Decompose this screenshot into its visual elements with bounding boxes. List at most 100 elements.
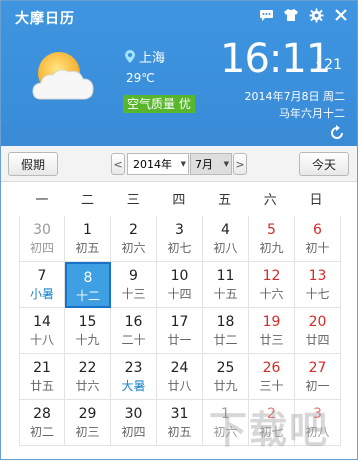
day-number: 24 xyxy=(170,360,189,376)
calendar-toolbar: 假期 < 2014年 ▼ 7月 ▼ > 今天 xyxy=(1,146,357,182)
location[interactable]: 上海 xyxy=(125,47,165,66)
day-number: 16 xyxy=(124,314,143,330)
day-cell[interactable]: 26 三十 xyxy=(249,354,295,400)
day-number: 8 xyxy=(83,270,93,286)
skin-shirt-icon[interactable] xyxy=(283,7,299,23)
day-cell[interactable]: 23 大暑 xyxy=(111,354,157,400)
day-number: 25 xyxy=(216,360,235,376)
close-icon[interactable] xyxy=(333,7,349,23)
day-cell[interactable]: 2 初六 xyxy=(111,216,157,262)
day-cell[interactable]: 28 初二 xyxy=(19,400,65,446)
day-cell[interactable]: 14 十八 xyxy=(19,308,65,354)
solar-term-label: 大暑 xyxy=(121,379,146,393)
day-cell[interactable]: 30 初四 xyxy=(19,216,65,262)
partly-cloudy-icon xyxy=(32,52,94,100)
holiday-button[interactable]: 假期 xyxy=(8,152,58,176)
day-cell[interactable]: 11 十五 xyxy=(203,262,249,308)
weekday-label: 日 xyxy=(309,193,323,208)
lunar-day-label: 廿八 xyxy=(167,379,192,393)
lunar-day-label: 初八 xyxy=(213,241,238,255)
day-cell-today[interactable]: 8 十二 xyxy=(65,262,111,308)
day-number: 9 xyxy=(129,268,138,284)
day-cell[interactable]: 22 廿六 xyxy=(65,354,111,400)
day-number: 22 xyxy=(78,360,97,376)
day-cell[interactable]: 19 廿三 xyxy=(249,308,295,354)
month-select[interactable]: 7月 ▼ xyxy=(190,153,232,175)
lunar-day-label: 廿一 xyxy=(167,333,192,347)
day-number: 4 xyxy=(221,222,230,238)
day-cell[interactable]: 3 初七 xyxy=(157,216,203,262)
day-cell[interactable]: 30 初四 xyxy=(111,400,157,446)
calendar-window: 大摩日历 上海 29℃ 空气质量 优 16:11: 21 2014年7月8日 … xyxy=(0,0,358,460)
day-number: 2 xyxy=(129,222,138,238)
day-number: 6 xyxy=(313,222,322,238)
day-cell[interactable]: 5 初九 xyxy=(249,216,295,262)
lunar-day-label: 十七 xyxy=(305,287,330,301)
day-cell[interactable]: 27 初一 xyxy=(295,354,341,400)
lunar-day-label: 初六 xyxy=(121,241,146,255)
day-cell[interactable]: 20 廿四 xyxy=(295,308,341,354)
day-cell[interactable]: 7 小暑 xyxy=(19,262,65,308)
year-select[interactable]: 2014年 ▼ xyxy=(127,153,189,175)
day-cell[interactable]: 10 十四 xyxy=(157,262,203,308)
day-cell[interactable]: 24 廿八 xyxy=(157,354,203,400)
day-cell[interactable]: 9 十三 xyxy=(111,262,157,308)
day-number: 5 xyxy=(267,222,276,238)
today-button[interactable]: 今天 xyxy=(299,152,349,176)
chat-icon[interactable] xyxy=(258,7,274,23)
day-number: 3 xyxy=(175,222,184,238)
lunar-day-label: 廿九 xyxy=(213,379,238,393)
day-cell[interactable]: 25 廿九 xyxy=(203,354,249,400)
day-number: 17 xyxy=(170,314,189,330)
header-panel: 大摩日历 上海 29℃ 空气质量 优 16:11: 21 2014年7月8日 … xyxy=(1,1,357,146)
day-number: 12 xyxy=(262,268,281,284)
lunar-day-label: 初十 xyxy=(305,241,330,255)
day-cell[interactable]: 29 初三 xyxy=(65,400,111,446)
month-value: 7月 xyxy=(195,158,213,171)
lunar-day-label: 初四 xyxy=(121,425,146,439)
day-number: 21 xyxy=(33,360,51,376)
refresh-icon[interactable] xyxy=(329,125,345,141)
lunar-day-label: 初二 xyxy=(29,425,54,439)
day-cell[interactable]: 13 十七 xyxy=(295,262,341,308)
chevron-down-icon: ▼ xyxy=(180,160,186,168)
gear-icon[interactable] xyxy=(308,7,324,23)
app-title: 大摩日历 xyxy=(15,11,75,27)
day-cell[interactable]: 1 初五 xyxy=(65,216,111,262)
prev-month-button[interactable]: < xyxy=(111,153,125,175)
day-cell[interactable]: 6 初十 xyxy=(295,216,341,262)
lunar-day-label: 十六 xyxy=(259,287,284,301)
day-number: 11 xyxy=(216,268,235,284)
lunar-day-label: 廿二 xyxy=(213,333,238,347)
lunar-day-label: 初九 xyxy=(259,241,284,255)
weekday-label: 二 xyxy=(81,193,95,208)
day-number: 1 xyxy=(83,222,92,238)
next-month-button[interactable]: > xyxy=(233,153,247,175)
weekday-label: 六 xyxy=(263,193,277,208)
lunar-day-label: 十九 xyxy=(75,333,100,347)
lunar-day-label: 十四 xyxy=(167,287,192,301)
lunar-day-label: 二十 xyxy=(121,333,146,347)
day-number: 30 xyxy=(33,222,51,238)
day-cell[interactable]: 21 廿五 xyxy=(19,354,65,400)
solar-term-label: 小暑 xyxy=(29,287,54,301)
day-cell[interactable]: 12 十六 xyxy=(249,262,295,308)
weekday-label: 四 xyxy=(172,193,186,208)
day-cell[interactable]: 31 初五 xyxy=(157,400,203,446)
day-cell[interactable]: 17 廿一 xyxy=(157,308,203,354)
clock-time: 16:11 xyxy=(220,36,331,82)
day-cell[interactable]: 15 十九 xyxy=(65,308,111,354)
temperature: 29℃ xyxy=(126,71,155,85)
day-number: 27 xyxy=(308,360,327,376)
location-label: 上海 xyxy=(139,51,166,66)
day-number: 13 xyxy=(308,268,327,284)
lunar-day-label: 初四 xyxy=(29,241,54,255)
day-cell[interactable]: 18 廿二 xyxy=(203,308,249,354)
day-cell[interactable]: 16 二十 xyxy=(111,308,157,354)
lunar-day-label: 十八 xyxy=(29,333,54,347)
day-number: 30 xyxy=(124,406,143,422)
day-number: 23 xyxy=(124,360,143,376)
lunar-day-label: 廿六 xyxy=(75,379,100,393)
map-pin-icon xyxy=(125,50,135,63)
day-cell[interactable]: 4 初八 xyxy=(203,216,249,262)
